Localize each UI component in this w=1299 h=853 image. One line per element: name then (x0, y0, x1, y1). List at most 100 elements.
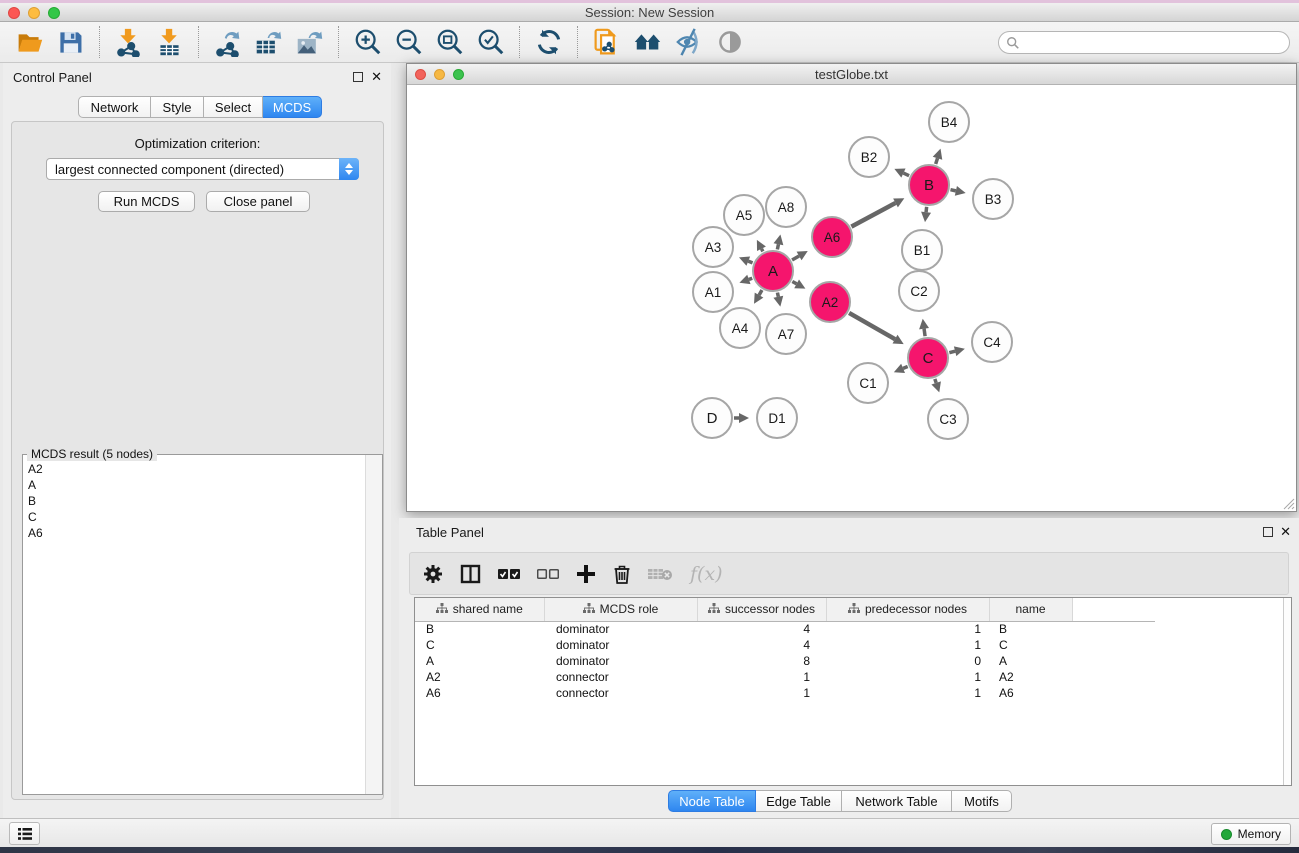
float-panel-icon[interactable] (353, 72, 363, 82)
network-node[interactable]: A5 (724, 195, 764, 235)
network-edge[interactable] (773, 293, 783, 307)
close-table-panel-icon[interactable]: ✕ (1280, 524, 1291, 540)
network-node[interactable]: A2 (810, 282, 850, 322)
tab-node-table[interactable]: Node Table (668, 790, 756, 812)
mcds-result-item[interactable]: A2 (24, 461, 364, 477)
search-input[interactable] (1024, 34, 1289, 52)
network-edge[interactable] (921, 207, 931, 222)
network-edge[interactable] (950, 186, 965, 196)
column-header-predecessor-nodes[interactable]: predecessor nodes (826, 598, 989, 621)
network-edge[interactable] (894, 169, 909, 178)
network-edge[interactable] (792, 251, 808, 260)
run-mcds-button[interactable]: Run MCDS (98, 191, 195, 212)
save-session-icon[interactable] (55, 27, 86, 58)
import-table-icon[interactable] (154, 27, 185, 58)
network-edge[interactable] (931, 379, 941, 392)
network-edge[interactable] (933, 149, 943, 164)
network-node[interactable]: C2 (899, 271, 939, 311)
float-table-panel-icon[interactable] (1263, 527, 1273, 537)
network-node[interactable]: B3 (973, 179, 1013, 219)
network-edge[interactable] (754, 290, 763, 304)
import-network-icon[interactable] (113, 27, 144, 58)
table-row[interactable]: Cdominator41C (415, 637, 1155, 653)
column-header-name[interactable]: name (989, 598, 1072, 621)
network-edge[interactable] (734, 413, 749, 423)
zoom-selected-icon[interactable] (475, 27, 506, 58)
show-all-icon[interactable] (714, 27, 745, 58)
search-field[interactable] (998, 31, 1290, 54)
zoom-fit-icon[interactable] (434, 27, 465, 58)
network-edge[interactable] (757, 240, 766, 252)
open-file-icon[interactable] (14, 27, 45, 58)
network-node[interactable]: B (909, 165, 949, 205)
show-columns-icon[interactable] (460, 564, 481, 584)
network-node[interactable]: A7 (766, 314, 806, 354)
table-row[interactable]: A6connector11A6 (415, 685, 1155, 701)
column-header-successor-nodes[interactable]: successor nodes (697, 598, 826, 621)
network-node[interactable]: C (908, 338, 948, 378)
export-network-icon[interactable] (212, 27, 243, 58)
function-builder-icon[interactable]: f(x) (690, 563, 723, 585)
network-node[interactable]: C1 (848, 363, 888, 403)
export-image-icon[interactable] (294, 27, 325, 58)
mcds-result-list[interactable]: A2ABCA6 (24, 461, 364, 793)
zoom-out-icon[interactable] (393, 27, 424, 58)
close-window-button[interactable] (8, 7, 20, 19)
network-node[interactable]: A8 (766, 187, 806, 227)
column-header-mcds-role[interactable]: MCDS role (544, 598, 697, 621)
network-node[interactable]: D (692, 398, 732, 438)
table-scrollbar[interactable] (1283, 598, 1291, 785)
network-window-titlebar[interactable]: testGlobe.txt (407, 64, 1296, 85)
hide-selected-icon[interactable] (673, 27, 704, 58)
cybrowser-home-icon[interactable] (632, 27, 663, 58)
network-node[interactable]: A1 (693, 272, 733, 312)
network-node[interactable]: D1 (757, 398, 797, 438)
export-table-icon[interactable] (253, 27, 284, 58)
table-row[interactable]: Adominator80A (415, 653, 1155, 669)
network-edge[interactable] (894, 364, 908, 373)
table-options-icon[interactable] (423, 564, 443, 584)
network-node[interactable]: C4 (972, 322, 1012, 362)
network-edge[interactable] (739, 275, 752, 284)
network-node[interactable]: A (753, 251, 793, 291)
network-edge[interactable] (849, 313, 904, 344)
mcds-result-item[interactable]: A6 (24, 525, 364, 541)
result-scrollbar[interactable] (365, 455, 382, 794)
tab-style[interactable]: Style (151, 96, 204, 118)
mcds-result-item[interactable]: B (24, 493, 364, 509)
mcds-result-item[interactable]: A (24, 477, 364, 493)
table-row[interactable]: A2connector11A2 (415, 669, 1155, 685)
network-edge[interactable] (949, 346, 964, 356)
tab-network-table[interactable]: Network Table (842, 790, 952, 812)
tab-edge-table[interactable]: Edge Table (756, 790, 842, 812)
memory-button[interactable]: Memory (1211, 823, 1291, 845)
tab-network[interactable]: Network (78, 96, 151, 118)
close-panel-icon[interactable]: ✕ (371, 69, 382, 85)
network-edge[interactable] (792, 279, 805, 288)
network-node[interactable]: B1 (902, 230, 942, 270)
show-panels-button[interactable] (9, 822, 40, 845)
network-node[interactable]: A4 (720, 308, 760, 348)
minimize-window-button[interactable] (28, 7, 40, 19)
resize-grip-icon[interactable] (1281, 496, 1295, 510)
network-node[interactable]: C3 (928, 399, 968, 439)
table-row[interactable]: Bdominator41B (415, 621, 1155, 637)
optimization-criterion-select[interactable]: largest connected component (directed) (46, 158, 359, 180)
network-node[interactable]: A6 (812, 217, 852, 257)
network-node[interactable]: B4 (929, 102, 969, 142)
zoom-in-icon[interactable] (352, 27, 383, 58)
zoom-window-button[interactable] (48, 7, 60, 19)
network-edge[interactable] (919, 319, 929, 336)
close-panel-button[interactable]: Close panel (206, 191, 310, 212)
delete-table-icon[interactable] (648, 566, 673, 582)
tab-mcds[interactable]: MCDS (263, 96, 322, 118)
delete-column-icon[interactable] (613, 564, 631, 584)
network-edge[interactable] (851, 198, 904, 226)
tab-motifs[interactable]: Motifs (952, 790, 1012, 812)
column-header-shared-name[interactable]: shared name (415, 598, 544, 621)
network-edge[interactable] (739, 256, 753, 265)
network-edge[interactable] (774, 234, 784, 249)
network-node[interactable]: A3 (693, 227, 733, 267)
deselect-all-icon[interactable] (537, 568, 559, 580)
select-all-icon[interactable] (498, 568, 520, 580)
